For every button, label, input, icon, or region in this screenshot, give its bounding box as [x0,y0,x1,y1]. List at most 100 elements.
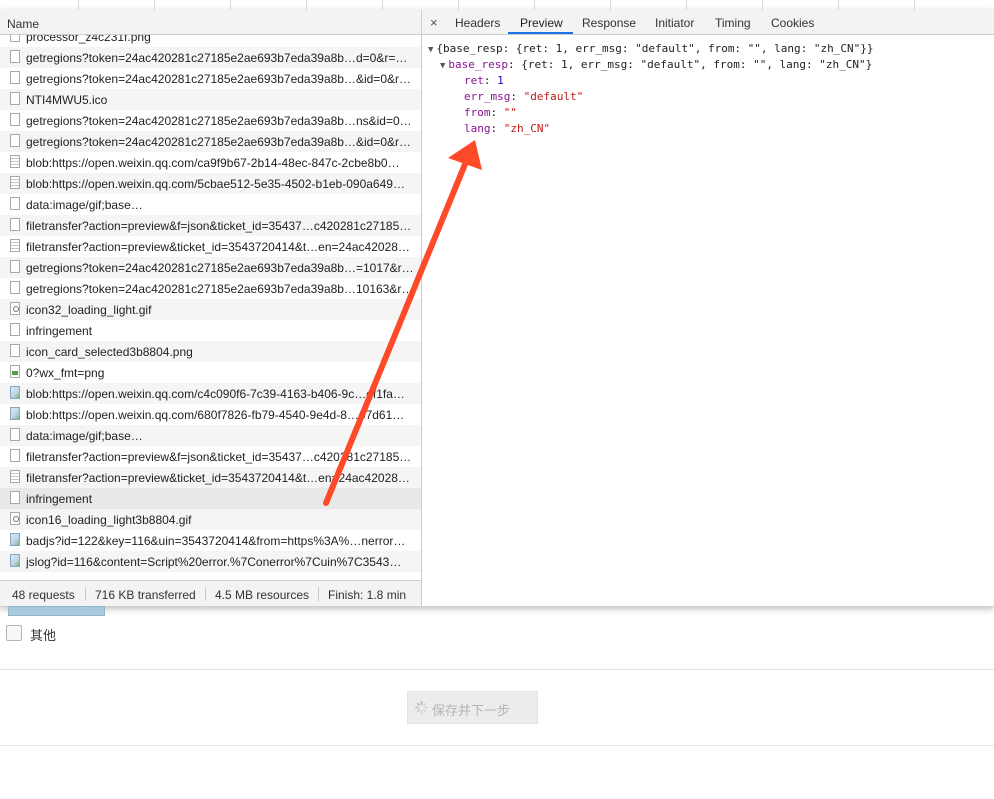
other-checkbox[interactable] [6,625,22,641]
file-icon [10,218,20,231]
divider [0,745,994,746]
expand-triangle-icon[interactable]: ▼ [440,61,445,71]
request-list[interactable]: processor_z4c231f.png getregions?token=24… [0,35,421,577]
request-name: blob:https://open.weixin.qq.com/ca9f9b67… [26,156,400,170]
request-name: filetransfer?action=preview&f=json&ticke… [26,219,412,233]
request-row[interactable]: filetransfer?action=preview&f=json&ticke… [0,446,421,467]
json-base-resp-summary: {ret: 1, err_msg: "default", from: "", l… [521,58,873,71]
json-value: 1 [497,74,504,87]
request-row[interactable]: getregions?token=24ac420281c27185e2ae693… [0,47,421,68]
finish-time: Finish: 1.8 min [328,588,407,602]
image-thumbnail[interactable] [8,606,105,616]
image-icon [10,533,20,546]
request-row[interactable]: data:image/gif;base… [0,425,421,446]
file-icon [10,197,20,210]
document-icon [10,155,20,168]
request-name: jslog?id=116&content=Script%20error.%7Co… [26,555,402,569]
request-row[interactable]: badjs?id=122&key=116&uin=3543720414&from… [0,530,421,551]
json-base-resp-line[interactable]: ▼ base_resp: {ret: 1, err_msg: "default",… [440,58,872,71]
loading-spinner-icon [415,701,428,714]
image-green-icon [10,365,20,378]
request-row[interactable]: getregions?token=24ac420281c27185e2ae693… [0,278,421,299]
file-icon [10,134,20,147]
transferred-size: 716 KB transferred [95,588,196,602]
image-icon [10,554,20,567]
request-row[interactable]: blob:https://open.weixin.qq.com/680f7826… [0,404,421,425]
details-tab-bar: × Headers Preview Response Initiator Tim… [422,10,994,35]
file-icon [10,35,20,42]
request-row[interactable]: infringement [0,320,421,341]
request-name: icon_card_selected3b8804.png [26,345,193,359]
request-name: getregions?token=24ac420281c27185e2ae693… [26,282,414,296]
request-name: filetransfer?action=preview&ticket_id=35… [26,240,410,254]
save-next-label: 保存并下一步 [432,703,511,718]
request-name: data:image/gif;base… [26,198,143,212]
request-row[interactable]: 0?wx_fmt=png [0,362,421,383]
request-row[interactable]: getregions?token=24ac420281c27185e2ae693… [0,131,421,152]
json-colon: : [508,58,522,71]
request-name: getregions?token=24ac420281c27185e2ae693… [26,51,408,65]
request-row[interactable]: data:image/gif;base… [0,194,421,215]
network-status-bar: 48 requests 716 KB transferred 4.5 MB re… [0,580,421,606]
tab-cookies[interactable]: Cookies [771,16,814,30]
request-row[interactable]: icon32_loading_light.gif [0,299,421,320]
request-row[interactable]: filetransfer?action=preview&ticket_id=35… [0,467,421,488]
json-key: lang [464,122,491,135]
file-icon [10,113,20,126]
request-row[interactable]: infringement [0,488,421,509]
request-row[interactable]: filetransfer?action=preview&ticket_id=35… [0,236,421,257]
name-column-label: Name [7,17,40,31]
close-icon[interactable]: × [430,15,438,30]
request-row[interactable]: filetransfer?action=preview&f=json&ticke… [0,215,421,236]
file-icon [10,491,20,504]
image-icon [10,386,20,399]
request-name: getregions?token=24ac420281c27185e2ae693… [26,261,414,275]
name-column-header[interactable]: Name [0,10,421,35]
request-row[interactable]: getregions?token=24ac420281c27185e2ae693… [0,257,421,278]
file-icon [10,281,20,294]
json-value: "zh_CN" [503,122,551,135]
tab-timing[interactable]: Timing [715,16,751,30]
request-name: blob:https://open.weixin.qq.com/680f7826… [26,408,405,422]
request-name: blob:https://open.weixin.qq.com/5cbae512… [26,177,405,191]
tab-response[interactable]: Response [582,16,636,30]
request-name: getregions?token=24ac420281c27185e2ae693… [26,135,411,149]
request-row[interactable]: blob:https://open.weixin.qq.com/c4c090f6… [0,383,421,404]
tab-preview[interactable]: Preview [520,16,563,30]
file-icon [10,260,20,273]
gif-icon [10,512,20,525]
request-name: filetransfer?action=preview&ticket_id=35… [26,471,410,485]
request-row[interactable]: blob:https://open.weixin.qq.com/5cbae512… [0,173,421,194]
tab-headers[interactable]: Headers [455,16,500,30]
expand-triangle-icon[interactable]: ▼ [428,45,433,55]
file-icon [10,71,20,84]
gif-icon [10,302,20,315]
request-name: filetransfer?action=preview&f=json&ticke… [26,450,412,464]
json-value: "" [503,106,517,119]
json-field-ret: ret: 1 [464,74,504,87]
request-row[interactable]: NTI4MWU5.ico [0,89,421,110]
json-root-line[interactable]: ▼ {base_resp: {ret: 1, err_msg: "default"… [428,42,874,55]
request-row[interactable]: getregions?token=24ac420281c27185e2ae693… [0,68,421,89]
tab-initiator[interactable]: Initiator [655,16,694,30]
request-row[interactable]: blob:https://open.weixin.qq.com/ca9f9b67… [0,152,421,173]
request-name: icon32_loading_light.gif [26,303,152,317]
json-key: base_resp [448,58,509,71]
request-name: icon16_loading_light3b8804.gif [26,513,192,527]
devtools-network-panel: Name processor_z4c231f.png getregions?tok… [0,10,994,607]
request-row[interactable]: icon16_loading_light3b8804.gif [0,509,421,530]
file-icon [10,449,20,462]
document-icon [10,176,20,189]
request-name: 0?wx_fmt=png [26,366,105,380]
request-name: NTI4MWU5.ico [26,93,108,107]
request-row[interactable]: processor_z4c231f.png [0,35,421,47]
request-row[interactable]: getregions?token=24ac420281c27185e2ae693… [0,110,421,131]
resources-size: 4.5 MB resources [215,588,310,602]
request-name: infringement [26,492,93,506]
requests-count: 48 requests [12,588,75,602]
document-icon [10,239,20,252]
save-next-button[interactable]: 保存并下一步 [407,691,538,724]
request-row[interactable]: jslog?id=116&content=Script%20error.%7Co… [0,551,421,572]
file-icon [10,323,20,336]
request-row[interactable]: icon_card_selected3b8804.png [0,341,421,362]
